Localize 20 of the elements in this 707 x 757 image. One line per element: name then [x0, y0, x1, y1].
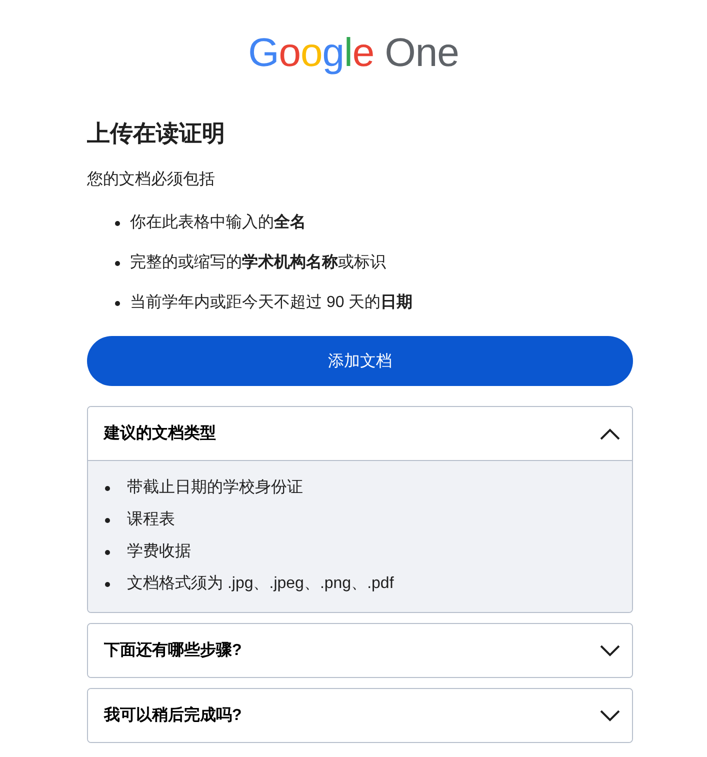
- page-title: 上传在读证明: [87, 119, 226, 148]
- bullet-icon: [105, 550, 110, 554]
- requirement-text: 完整的或缩写的学术机构名称或标识: [130, 252, 386, 273]
- document-type-text: 课程表: [127, 510, 175, 530]
- document-type-text: 学费收据: [127, 542, 191, 562]
- intro-text: 您的文档必须包括: [87, 170, 216, 190]
- document-type-text: 带截止日期的学校身份证: [127, 478, 303, 498]
- bullet-icon: [105, 518, 110, 522]
- accordion-header[interactable]: 下面还有哪些步骤?: [88, 624, 632, 677]
- bullet-icon: [115, 260, 120, 266]
- google-one-logo: Google One: [248, 30, 459, 77]
- bullet-icon: [105, 486, 110, 490]
- accordion-header[interactable]: 我可以稍后完成吗?: [88, 689, 632, 742]
- document-type-text: 文档格式须为 .jpg、.jpeg、.png、.pdf: [127, 574, 394, 594]
- requirement-text: 当前学年内或距今天不超过 90 天的日期: [130, 292, 413, 313]
- add-document-button[interactable]: 添加文档: [87, 336, 633, 386]
- bullet-icon: [115, 220, 120, 226]
- requirement-text: 你在此表格中输入的全名: [130, 212, 306, 233]
- bullet-icon: [105, 582, 110, 586]
- bullet-icon: [115, 300, 120, 306]
